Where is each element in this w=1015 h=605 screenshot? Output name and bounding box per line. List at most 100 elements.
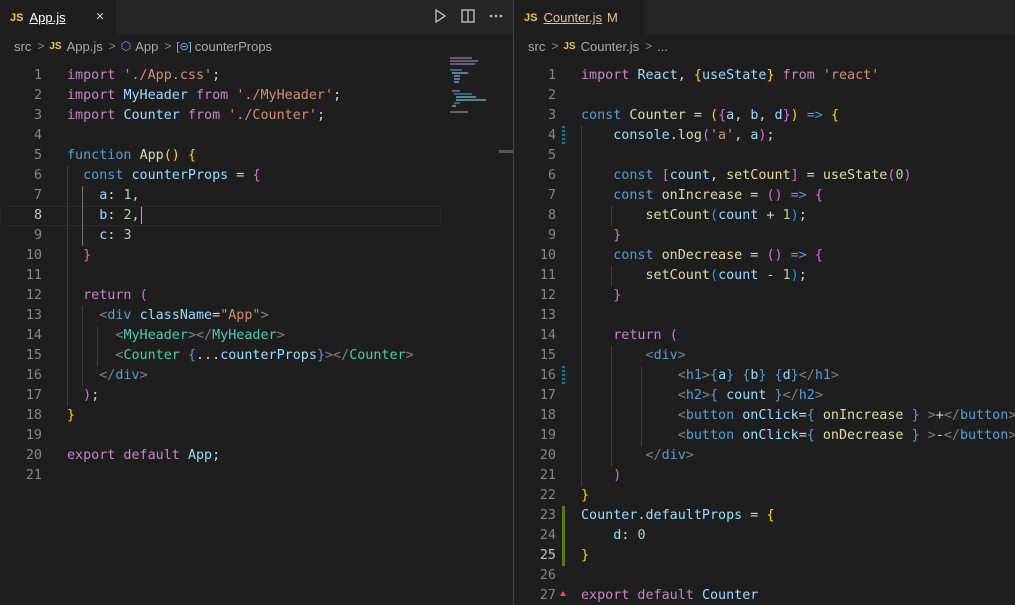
line-content: const onIncrease = () => {	[581, 186, 823, 206]
minimap[interactable]	[448, 57, 498, 117]
line-number: 4	[33, 128, 42, 143]
code-line[interactable]: 14 return (	[514, 326, 1015, 346]
code-line[interactable]: 11 setCount(count - 1);	[514, 266, 1015, 286]
code-token: >	[260, 308, 269, 323]
code-line[interactable]: 1 import './App.css';	[0, 66, 513, 86]
code-editor[interactable]: 1 import './App.css'; 2 import MyHeader fro…	[0, 57, 513, 605]
code-line[interactable]: 6 const [count, setCount] = useState(0)	[514, 166, 1015, 186]
code-token: }	[790, 368, 799, 383]
code-token: button	[959, 428, 1009, 443]
code-line[interactable]: 12 }	[514, 286, 1015, 306]
code-line[interactable]: 8 setCount(count + 1);	[514, 206, 1015, 226]
code-line[interactable]: 25}	[514, 546, 1015, 566]
js-file-icon: JS	[524, 11, 538, 24]
code-line[interactable]: 1 import React, {useState} from 'react'	[514, 66, 1015, 86]
code-line[interactable]: 7 const onIncrease = () => {	[514, 186, 1015, 206]
breadcrumb-more[interactable]: ...	[657, 39, 668, 54]
line-number: 7	[547, 188, 556, 203]
code-line[interactable]: 4 console.log('a', a);	[514, 126, 1015, 146]
code-line[interactable]: 27 export default Counter	[514, 586, 1015, 605]
code-line[interactable]: 20 </div>	[514, 446, 1015, 466]
code-line[interactable]: 7 a: 1,	[0, 186, 513, 206]
code-line[interactable]: 12 return (	[0, 286, 513, 306]
code-line[interactable]: 26	[514, 566, 1015, 586]
line-number: 22	[539, 488, 556, 503]
breadcrumb-src[interactable]: src	[14, 39, 31, 54]
tab-label: App.js	[29, 10, 66, 25]
code-token: onIncrease	[822, 408, 904, 423]
breadcrumb-file[interactable]: App.js	[67, 39, 103, 54]
code-token: }	[782, 108, 791, 123]
line-number: 2	[33, 88, 42, 103]
code-token: (	[701, 128, 710, 143]
code-line[interactable]: 16 </div>	[0, 366, 513, 386]
code-token: from	[179, 108, 229, 123]
code-token: {	[830, 108, 839, 123]
code-line[interactable]: 16 <h1>{a} {b} {d}</h1>	[514, 366, 1015, 386]
more-actions-icon[interactable]	[487, 9, 505, 27]
code-line[interactable]: 4	[0, 126, 513, 146]
code-line[interactable]: 19	[0, 426, 513, 446]
variable-icon: [⊝]	[176, 40, 192, 53]
line-content: }	[581, 546, 589, 566]
code-token: ...	[196, 348, 221, 363]
code-line[interactable]: 5	[514, 146, 1015, 166]
code-token: {	[187, 348, 196, 363]
code-token: ;	[798, 208, 807, 223]
indent-guide	[96, 326, 98, 366]
code-line[interactable]: 23 Counter.defaultProps = {	[514, 506, 1015, 526]
code-line[interactable]: 22}	[514, 486, 1015, 506]
run-icon[interactable]	[431, 8, 449, 27]
tab-app-js[interactable]: JS App.js ×	[0, 0, 116, 35]
line-content: export default App;	[67, 446, 220, 466]
code-line[interactable]: 19 <button onClick={ onDecrease } >-</bu…	[514, 426, 1015, 446]
code-line[interactable]: 10 const onDecrease = () => {	[514, 246, 1015, 266]
code-line[interactable]: 6 const counterProps = {	[0, 166, 513, 186]
code-line[interactable]: 14 <MyHeader></MyHeader>	[0, 326, 513, 346]
close-icon[interactable]: ×	[92, 9, 108, 25]
breadcrumb-src[interactable]: src	[528, 39, 545, 54]
chevron-right-icon: >	[645, 39, 653, 53]
code-line[interactable]: 13	[514, 306, 1015, 326]
code-token: ;	[333, 88, 342, 103]
code-line[interactable]: 15 <Counter {...counterProps}></Counter>	[0, 346, 513, 366]
code-line[interactable]: 13 <div className="App">	[0, 306, 513, 326]
code-line[interactable]: 9 c: 3	[0, 226, 513, 246]
breadcrumb-symbol[interactable]: counterProps	[195, 39, 272, 54]
code-token: </	[798, 368, 815, 383]
code-line[interactable]: 3 const Counter = ({a, b, d}) => {	[514, 106, 1015, 126]
code-line[interactable]: 18 <button onClick={ onIncrease } >+</bu…	[514, 406, 1015, 426]
code-token: }	[726, 368, 735, 383]
code-token: count	[669, 168, 710, 183]
breadcrumb-function[interactable]: App	[135, 39, 158, 54]
code-line[interactable]: 17 );	[0, 386, 513, 406]
code-token: <	[677, 388, 686, 403]
code-line[interactable]: 2 import MyHeader from './MyHeader';	[0, 86, 513, 106]
code-line[interactable]: 24 d: 0	[514, 526, 1015, 546]
code-line[interactable]: 17 <h2>{ count }</h2>	[514, 386, 1015, 406]
code-editor[interactable]: 1 import React, {useState} from 'react' 2 3…	[514, 57, 1015, 605]
code-line[interactable]: 8 b: 2,	[0, 206, 513, 226]
code-line[interactable]: 11	[0, 266, 513, 286]
split-editor-icon[interactable]	[459, 8, 477, 27]
code-token: (	[669, 328, 678, 343]
code-line[interactable]: 20 export default App;	[0, 446, 513, 466]
breadcrumb-file[interactable]: Counter.js	[581, 39, 640, 54]
code-line[interactable]: 21 )	[514, 466, 1015, 486]
code-line[interactable]: 18}	[0, 406, 513, 426]
code-token: ,	[677, 68, 694, 83]
code-line[interactable]: 9 }	[514, 226, 1015, 246]
code-line[interactable]: 3 import Counter from './Counter';	[0, 106, 513, 126]
code-line[interactable]: 5 function App() {	[0, 146, 513, 166]
tab-counter-js[interactable]: JS Counter.js M	[514, 0, 645, 35]
code-line[interactable]: 10 }	[0, 246, 513, 266]
code-line[interactable]: 21	[0, 466, 513, 486]
code-line[interactable]: 2	[514, 86, 1015, 106]
code-line[interactable]: 15 <div>	[514, 346, 1015, 366]
code-token: {	[710, 388, 719, 403]
